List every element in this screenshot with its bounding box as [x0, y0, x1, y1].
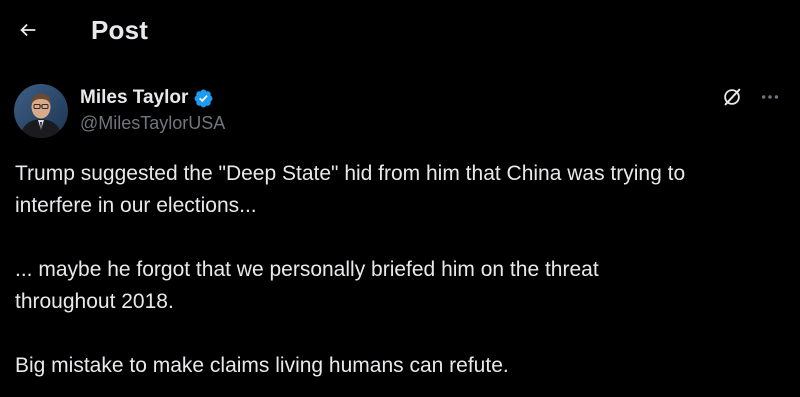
avatar[interactable]: [14, 84, 68, 138]
grok-button[interactable]: [719, 86, 745, 112]
page-title: Post: [91, 15, 149, 45]
verified-badge-icon: [193, 88, 214, 109]
post-text: Trump suggested the "Deep State" hid fro…: [15, 158, 785, 382]
post-paragraph: Big mistake to make claims living humans…: [15, 350, 785, 382]
author-handle[interactable]: @MilesTaylorUSA: [80, 113, 225, 134]
more-options-button[interactable]: [757, 86, 783, 112]
back-button[interactable]: [14, 18, 42, 46]
arrow-left-icon: [17, 19, 39, 46]
more-horizontal-icon: [759, 86, 781, 113]
post-paragraph: Trump suggested the "Deep State" hid fro…: [15, 158, 785, 222]
post-text-line: throughout 2018.: [15, 290, 174, 313]
post-paragraph: ... maybe he forgot that we personally b…: [15, 254, 785, 318]
post-text-line: Trump suggested the "Deep State" hid fro…: [15, 162, 686, 185]
post-text-line: interfere in our elections...: [15, 194, 257, 217]
post-text-line: ... maybe he forgot that we personally b…: [15, 258, 599, 281]
post-text-line: Big mistake to make claims living humans…: [15, 354, 509, 377]
post-author: Miles Taylor @MilesTaylorUSA: [80, 86, 225, 134]
author-display-name[interactable]: Miles Taylor: [80, 87, 188, 109]
grok-icon: [721, 86, 743, 113]
post-header: Post: [0, 0, 800, 64]
